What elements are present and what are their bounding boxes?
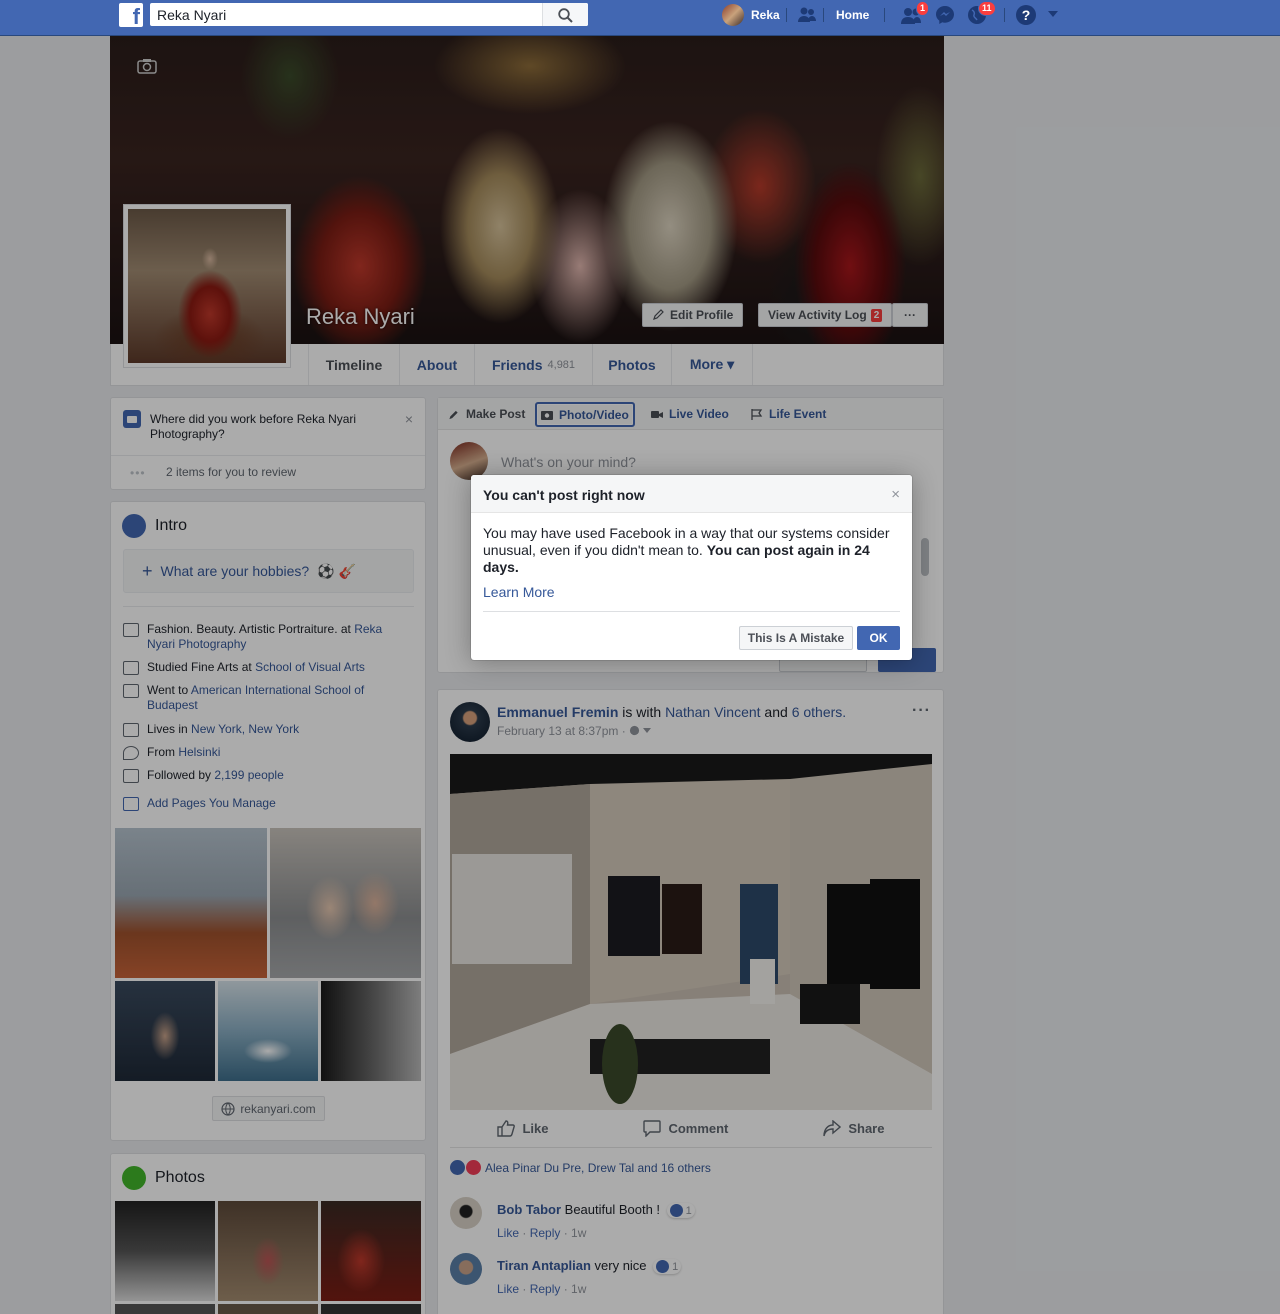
friends-icon[interactable] xyxy=(796,4,818,26)
top-navigation-bar: f Reka Home 1 11 ? xyxy=(0,0,1280,36)
learn-more-link[interactable]: Learn More xyxy=(483,584,555,600)
divider xyxy=(483,611,900,612)
home-link[interactable]: Home xyxy=(836,8,869,22)
friend-requests-badge: 1 xyxy=(916,1,930,16)
profile-link-label: Reka xyxy=(751,8,780,22)
search-input[interactable] xyxy=(150,3,540,26)
search-icon xyxy=(558,8,573,23)
facebook-logo[interactable]: f xyxy=(119,3,143,27)
search-box xyxy=(150,3,588,26)
help-icon[interactable]: ? xyxy=(1015,4,1037,26)
svg-text:?: ? xyxy=(1022,7,1031,23)
this-is-a-mistake-button[interactable]: This Is A Mistake xyxy=(739,626,853,650)
ok-button[interactable]: OK xyxy=(857,626,900,650)
cant-post-dialog: You can't post right now × You may have … xyxy=(471,475,912,660)
dialog-title: You can't post right now xyxy=(483,487,645,503)
avatar xyxy=(722,4,744,26)
close-icon[interactable]: × xyxy=(891,486,900,503)
profile-link[interactable]: Reka xyxy=(722,3,780,27)
dialog-header: You can't post right now × xyxy=(471,475,912,513)
messenger-icon[interactable] xyxy=(934,4,956,26)
dialog-message: You may have used Facebook in a way that… xyxy=(483,525,893,576)
notifications-badge: 11 xyxy=(978,1,996,16)
modal-backdrop[interactable] xyxy=(0,36,1280,1314)
account-menu-caret-icon[interactable] xyxy=(1047,9,1059,19)
search-button[interactable] xyxy=(542,3,588,26)
